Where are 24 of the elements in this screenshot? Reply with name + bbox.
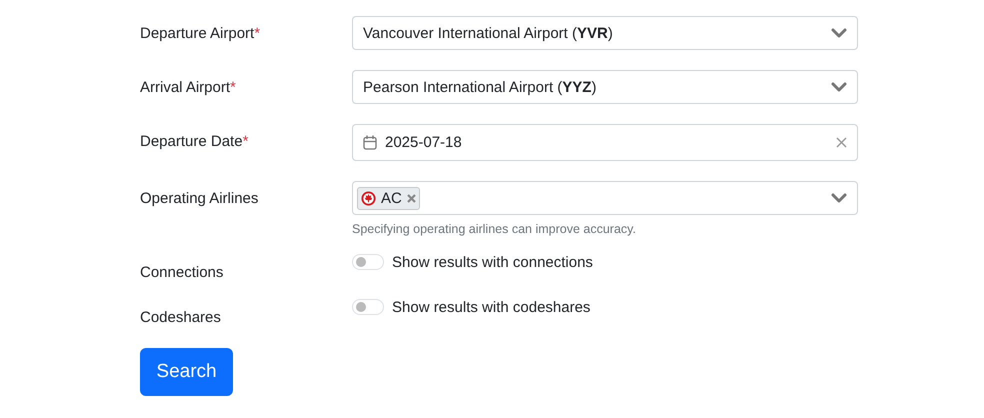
maple-leaf-logo-icon: [361, 190, 376, 206]
field-label: Departure Date*: [140, 132, 248, 150]
toggle-label[interactable]: Show results with codeshares: [392, 298, 590, 316]
field-label: Arrival Airport*: [140, 78, 236, 96]
airline-select-field[interactable]: AC: [352, 181, 858, 215]
chevron-down-icon: [831, 82, 847, 92]
field-label: Operating Airlines: [140, 190, 258, 206]
select-field[interactable]: Vancouver International Airport (YVR): [352, 16, 858, 50]
field-label: Connections: [140, 264, 224, 281]
field-label: Departure Airport*: [140, 24, 260, 42]
airline-tag: AC: [357, 186, 420, 210]
remove-tag-icon[interactable]: [406, 194, 416, 202]
date-field[interactable]: 2025-07-18: [352, 124, 858, 161]
toggle-switch[interactable]: [352, 254, 384, 270]
search-button[interactable]: Search: [140, 348, 233, 396]
chevron-down-icon: [831, 28, 847, 38]
calendar-icon: [363, 135, 377, 150]
toggle-switch[interactable]: [352, 299, 384, 315]
field-label: Codeshares: [140, 309, 221, 326]
chevron-down-icon: [831, 193, 847, 203]
toggle-label[interactable]: Show results with connections: [392, 254, 593, 270]
select-field[interactable]: Pearson International Airport (YYZ): [352, 70, 858, 104]
clear-icon[interactable]: [836, 137, 847, 148]
help-text: Specifying operating airlines can improve accuracy.: [352, 222, 637, 236]
